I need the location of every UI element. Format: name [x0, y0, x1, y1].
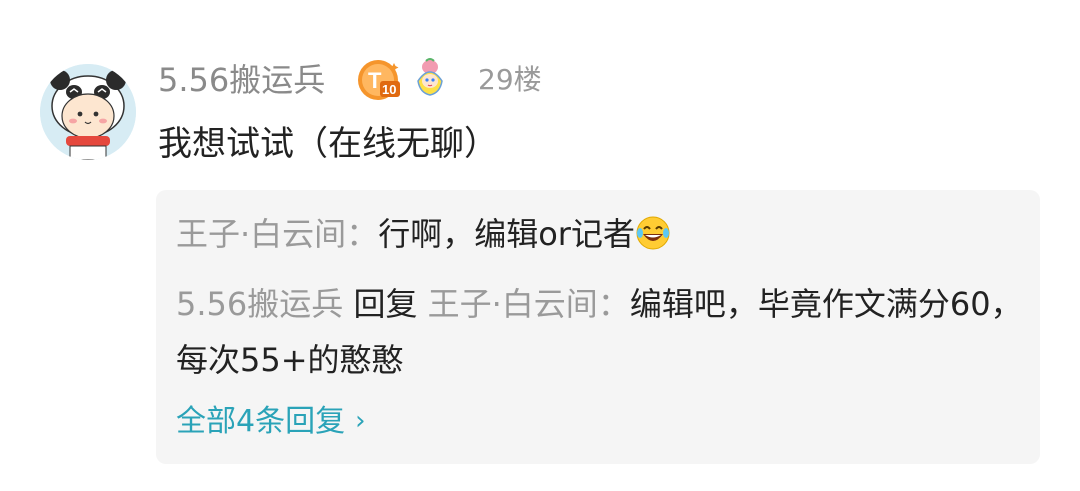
username[interactable]: 5.56搬运兵: [158, 60, 325, 100]
reply-target[interactable]: 王子·白云间: [428, 285, 598, 323]
chevron-right-icon: ›: [355, 406, 366, 436]
view-all-label: 全部4条回复: [176, 404, 346, 439]
floor-number: 29楼: [478, 63, 542, 96]
svg-text:T: T: [368, 68, 382, 93]
fruit-fairy-badge-icon[interactable]: [410, 57, 450, 97]
reply-item[interactable]: 王子·白云间：行啊，编辑or记者: [176, 206, 1026, 262]
user-avatar[interactable]: [40, 64, 136, 160]
reply-item[interactable]: 5.56搬运兵 回复 王子·白云间：编辑吧，毕竟作文满分60，每次55+的憨憨: [176, 276, 1026, 388]
reply-author[interactable]: 5.56搬运兵: [176, 285, 343, 323]
svg-text:10: 10: [382, 82, 396, 97]
reply-separator: ：: [346, 215, 379, 253]
panda-avatar-icon: [40, 64, 136, 160]
reply-box[interactable]: 王子·白云间：行啊，编辑or记者 5.56搬运兵 回复 王子·白云间：编辑吧，毕…: [156, 190, 1040, 464]
comment-text: 我想试试（在线无聊）: [158, 124, 498, 164]
reply-separator: ：: [597, 285, 630, 323]
reply-word: 回复: [353, 285, 418, 323]
view-all-replies-link[interactable]: 全部4条回复 ›: [176, 400, 366, 443]
reply-author[interactable]: 王子·白云间: [176, 215, 346, 253]
reply-text: 行啊，编辑or记者: [378, 215, 635, 253]
comment-item: 5.56搬运兵 T 10 29楼 我想试试（在线无聊） 王子·白云间：行啊，编辑: [0, 0, 1080, 491]
laughing-tears-emoji-icon: [635, 212, 671, 250]
t10-badge-icon[interactable]: T 10: [356, 57, 402, 103]
